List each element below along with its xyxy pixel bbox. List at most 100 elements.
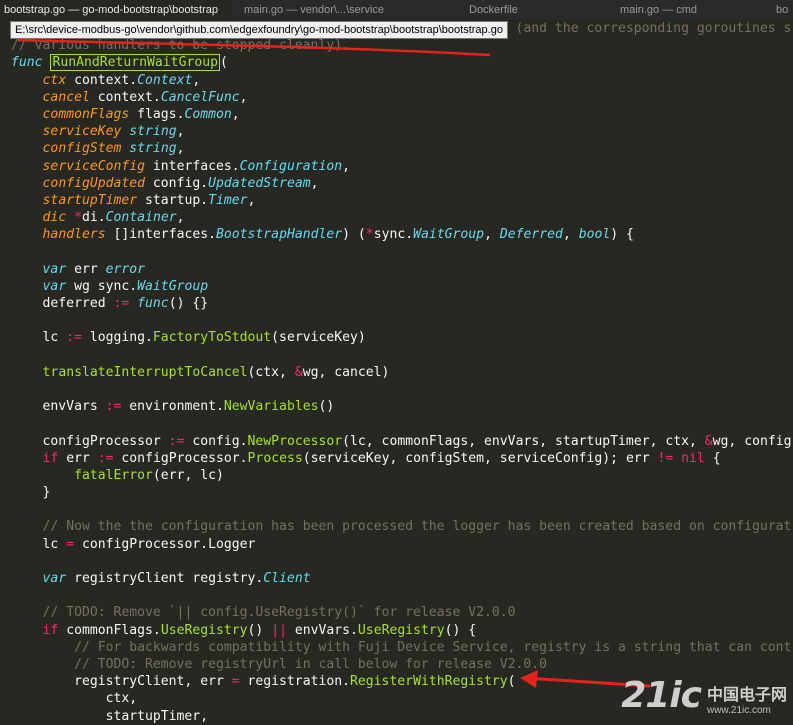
code-token: cancel bbox=[42, 89, 90, 105]
code-token: (lc, commonFlags, envVars, startupTimer,… bbox=[342, 433, 705, 449]
code-token: startupTimer bbox=[42, 192, 138, 208]
code-token: configProcessor bbox=[11, 433, 169, 449]
code-line[interactable]: } bbox=[11, 484, 793, 501]
code-line[interactable]: ctx context.Context, bbox=[11, 72, 793, 89]
tab-bo[interactable]: bo bbox=[772, 0, 793, 20]
code-token: err bbox=[58, 450, 98, 466]
code-line[interactable] bbox=[11, 243, 793, 260]
code-line[interactable]: // various handlers to be stopped cleanl… bbox=[11, 37, 793, 54]
code-token: { bbox=[704, 450, 721, 466]
code-token: nil bbox=[681, 450, 705, 466]
code-line[interactable] bbox=[11, 415, 793, 432]
code-token: , bbox=[342, 158, 351, 174]
code-token: BootstrapHandler bbox=[216, 227, 343, 243]
code-token: := bbox=[168, 433, 185, 449]
code-token: var bbox=[42, 261, 67, 277]
code-line[interactable]: configProcessor := config.NewProcessor(l… bbox=[11, 433, 793, 450]
code-token: lc bbox=[11, 536, 67, 552]
code-token: interfaces. bbox=[145, 158, 240, 174]
code-token: || bbox=[271, 622, 287, 638]
code-token: (ctx, bbox=[247, 364, 295, 380]
code-token: startupTimer, bbox=[11, 708, 209, 724]
code-token: WaitGroup bbox=[137, 278, 209, 294]
code-token: (err, lc) bbox=[152, 467, 224, 483]
code-token: var bbox=[42, 571, 67, 586]
code-line[interactable]: commonFlags flags.Common, bbox=[11, 106, 793, 123]
tab-main-go-cmd[interactable]: main.go — cmd bbox=[600, 0, 758, 20]
tab-bootstrap-go[interactable]: bootstrap.go — go-mod-bootstrap\bootstra… bbox=[0, 0, 232, 20]
code-token: func bbox=[137, 296, 169, 311]
code-line[interactable]: configStem string, bbox=[11, 140, 793, 157]
code-line[interactable]: if commonFlags.UseRegistry() || envVars.… bbox=[11, 622, 793, 639]
watermark-site: www.21ic.com bbox=[706, 705, 771, 716]
code-token: sync. bbox=[373, 227, 414, 243]
code-line[interactable]: var wg sync.WaitGroup bbox=[11, 278, 793, 295]
code-line[interactable]: // TODO: Remove `|| config.UseRegistry()… bbox=[11, 604, 793, 621]
code-token: ( bbox=[507, 674, 516, 690]
code-editor[interactable]: (and the corresponding goroutines s// va… bbox=[11, 20, 793, 725]
code-line[interactable]: var registryClient registry.Client bbox=[11, 570, 793, 587]
code-line[interactable]: // TODO: Remove registryUrl in call belo… bbox=[11, 656, 793, 673]
code-line[interactable] bbox=[11, 347, 793, 364]
code-line[interactable] bbox=[11, 312, 793, 329]
tab-main-go-vendor[interactable]: main.go — vendor\...\service bbox=[240, 0, 435, 20]
code-token: Container bbox=[105, 210, 177, 226]
code-line[interactable] bbox=[11, 553, 793, 570]
code-line[interactable]: deferred := func() {} bbox=[11, 295, 793, 312]
code-token: RunAndReturnWaitGroup bbox=[50, 54, 220, 72]
code-token: wg sync. bbox=[66, 278, 138, 294]
code-line[interactable]: configUpdated config.UpdatedStream, bbox=[11, 175, 793, 192]
code-line[interactable] bbox=[11, 587, 793, 604]
code-token: registryClient registry. bbox=[66, 571, 264, 586]
code-token: commonFlags bbox=[42, 106, 130, 122]
code-line[interactable]: // Now the the configuration has been pr… bbox=[11, 518, 793, 535]
code-token: := bbox=[97, 450, 114, 466]
code-token: // TODO: Remove `|| config.UseRegistry()… bbox=[42, 605, 516, 621]
watermark-brand: 21ic bbox=[621, 675, 702, 716]
code-token: ) ( bbox=[342, 227, 366, 243]
code-token: UseRegistry bbox=[160, 622, 248, 638]
code-token: lc bbox=[11, 330, 67, 346]
code-line[interactable] bbox=[11, 501, 793, 518]
code-token: , bbox=[239, 89, 248, 105]
code-token: Context bbox=[137, 72, 193, 88]
code-line[interactable]: // For backwards compatibility with Fuji… bbox=[11, 639, 793, 656]
code-token: flags. bbox=[129, 106, 185, 122]
code-line[interactable]: translateInterruptToCancel(ctx, &wg, can… bbox=[11, 364, 793, 381]
code-token: dic bbox=[42, 210, 67, 226]
code-token: UpdatedStream bbox=[208, 175, 311, 191]
code-line[interactable]: var err error bbox=[11, 261, 793, 278]
code-line[interactable]: if err := configProcessor.Process(servic… bbox=[11, 450, 793, 467]
code-line[interactable]: serviceConfig interfaces.Configuration, bbox=[11, 158, 793, 175]
code-token: commonFlags. bbox=[58, 622, 161, 638]
code-line[interactable] bbox=[11, 381, 793, 398]
code-line[interactable]: func RunAndReturnWaitGroup( bbox=[11, 54, 793, 72]
code-line[interactable]: cancel context.CancelFunc, bbox=[11, 89, 793, 106]
code-line[interactable]: startupTimer startup.Timer, bbox=[11, 192, 793, 209]
code-line[interactable]: envVars := environment.NewVariables() bbox=[11, 398, 793, 415]
code-line[interactable]: fatalError(err, lc) bbox=[11, 467, 793, 484]
code-line[interactable]: dic *di.Container, bbox=[11, 209, 793, 226]
code-line[interactable]: lc = configProcessor.Logger bbox=[11, 536, 793, 553]
code-line[interactable]: handlers []interfaces.BootstrapHandler) … bbox=[11, 226, 793, 243]
code-token: FactoryToStdout bbox=[152, 330, 272, 346]
code-line[interactable]: lc := logging.FactoryToStdout(serviceKey… bbox=[11, 329, 793, 346]
code-token: UseRegistry bbox=[357, 622, 445, 638]
tab-dockerfile[interactable]: Dockerfile bbox=[445, 0, 593, 20]
code-token: translateInterruptToCancel bbox=[42, 364, 248, 380]
file-path-tooltip: E:\src\device-modbus-go\vendor\github.co… bbox=[10, 21, 508, 39]
code-line[interactable]: serviceKey string, bbox=[11, 123, 793, 140]
code-token: := bbox=[66, 330, 82, 346]
code-token: := bbox=[105, 399, 122, 415]
code-token: () { bbox=[444, 622, 477, 638]
code-token: WaitGroup bbox=[413, 227, 485, 243]
code-token: Common bbox=[184, 106, 232, 122]
code-token: ) { bbox=[610, 227, 634, 243]
